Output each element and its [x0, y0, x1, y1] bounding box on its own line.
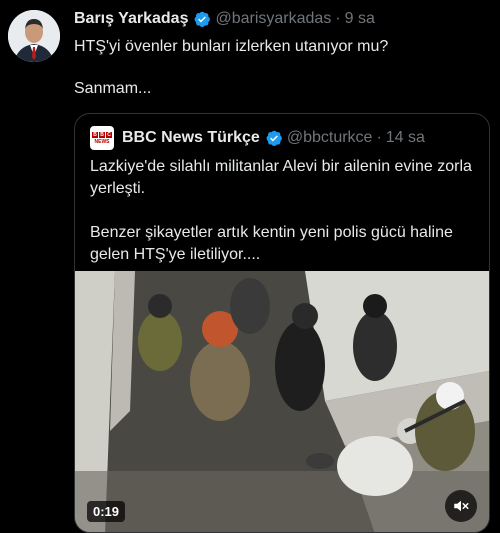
- quoted-text-line: Benzer şikayetler artık kentin yeni poli…: [90, 224, 453, 263]
- tweet-text: HTŞ'yi övenler bunları izlerken utanıyor…: [74, 36, 488, 99]
- verified-badge-icon[interactable]: [265, 129, 283, 147]
- author-handle[interactable]: @barisyarkadas: [215, 10, 331, 28]
- quoted-text-line: Lazkiye'de silahlı militanlar Alevi bir …: [90, 158, 472, 197]
- quoted-tweet-time[interactable]: 14 sa: [386, 129, 425, 147]
- verified-badge-icon[interactable]: [193, 10, 211, 28]
- quoted-author-handle[interactable]: @bbcturkce: [287, 129, 373, 147]
- author-avatar[interactable]: [8, 10, 60, 62]
- quoted-tweet-text: Lazkiye'de silahlı militanlar Alevi bir …: [90, 156, 480, 266]
- quoted-tweet[interactable]: BBC NEWS BBC News Türkçe @bbcturkce · 14…: [74, 113, 490, 533]
- video-duration-badge: 0:19: [87, 501, 126, 522]
- tweet-text-line: HTŞ'yi övenler bunları izlerken utanıyor…: [74, 38, 389, 55]
- quoted-tweet-header: BBC NEWS BBC News Türkçe @bbcturkce · 14…: [90, 126, 425, 150]
- tweet[interactable]: Barış Yarkadaş @barisyarkadas · 9 sa HTŞ…: [0, 0, 500, 533]
- bbc-logo-icon[interactable]: BBC NEWS: [90, 126, 114, 150]
- tweet-text-line: Sanmam...: [74, 80, 152, 97]
- tweet-header: Barış Yarkadaş @barisyarkadas · 9 sa: [74, 8, 488, 30]
- author-name[interactable]: Barış Yarkadaş: [74, 10, 188, 28]
- video-player[interactable]: 0:19: [75, 271, 489, 532]
- separator-dot: ·: [335, 10, 341, 27]
- tweet-time[interactable]: 9 sa: [345, 10, 375, 28]
- separator-dot: ·: [376, 129, 382, 146]
- quoted-author-name[interactable]: BBC News Türkçe: [122, 129, 260, 147]
- speaker-muted-icon[interactable]: [445, 490, 477, 522]
- video-frame: [75, 271, 489, 532]
